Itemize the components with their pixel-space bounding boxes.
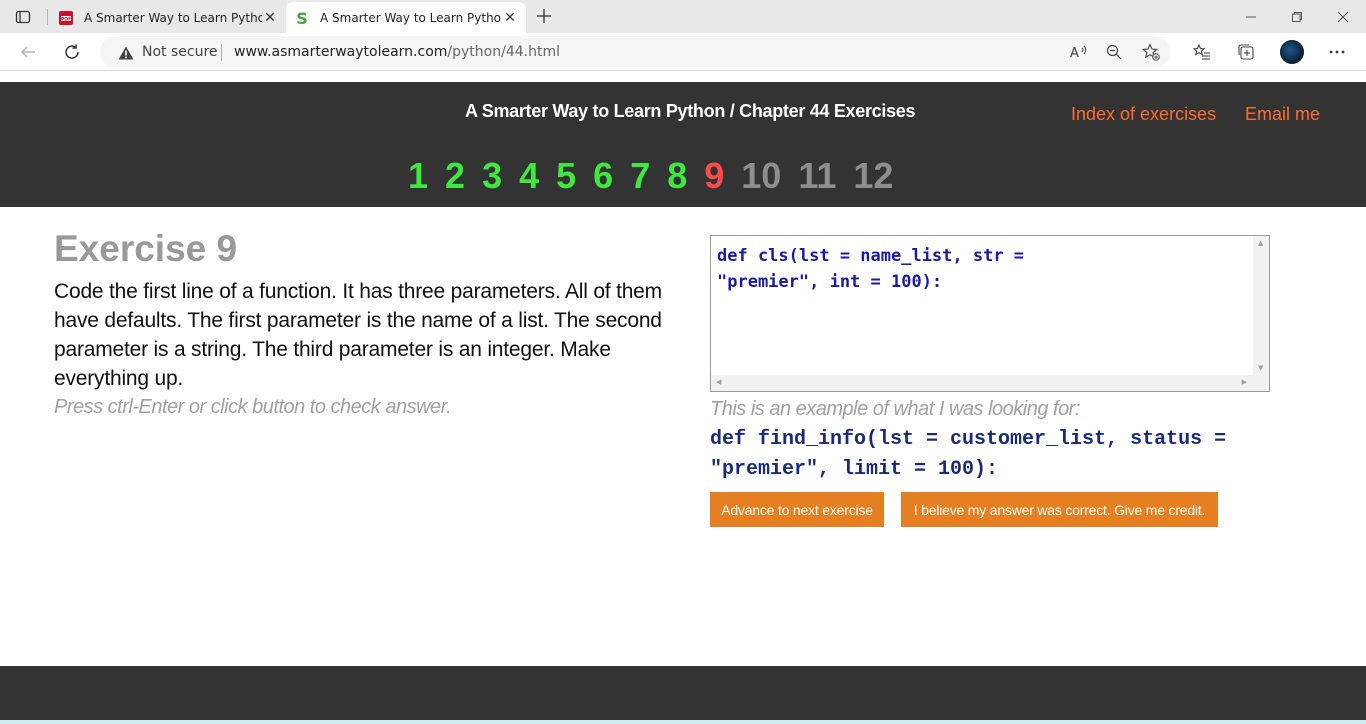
tab-separator: [47, 9, 48, 25]
more-menu-icon[interactable]: [1324, 39, 1350, 65]
site-s-icon: S: [294, 10, 310, 26]
browser-tab-1[interactable]: PDF A Smarter Way to Learn Python - ✕: [50, 2, 286, 33]
read-aloud-icon[interactable]: A: [1068, 42, 1090, 62]
back-arrow-icon[interactable]: [13, 37, 43, 67]
address-bar[interactable]: Not secure www.asmarterwaytolearn.com/py…: [100, 36, 1170, 68]
close-icon[interactable]: ✕: [502, 10, 518, 26]
exercise-link-1[interactable]: 1: [408, 154, 428, 198]
scroll-right-icon[interactable]: ▶: [1242, 378, 1247, 386]
favorites-icon[interactable]: [1189, 39, 1215, 65]
svg-text:A: A: [1070, 46, 1079, 60]
exercise-link-9[interactable]: 9: [704, 154, 724, 198]
exercise-link-8[interactable]: 8: [667, 154, 687, 198]
new-tab-button[interactable]: [532, 5, 556, 27]
add-favorite-icon[interactable]: [1140, 42, 1162, 62]
window-close-icon[interactable]: [1320, 0, 1366, 33]
exercise-number-nav: 1 2 3 4 5 6 7 8 9 10 11 12: [408, 154, 910, 198]
footer-strip: [0, 720, 1366, 724]
url-path: /python/44.html: [447, 44, 560, 60]
exercise-link-11[interactable]: 11: [798, 154, 836, 198]
exercise-hint: Press ctrl-Enter or click button to chec…: [54, 396, 452, 418]
minimize-icon[interactable]: [1228, 0, 1274, 33]
close-icon[interactable]: ✕: [262, 10, 278, 26]
index-of-exercises-link[interactable]: Index of exercises: [1071, 104, 1216, 125]
exercise-link-12[interactable]: 12: [853, 154, 893, 198]
collections-icon[interactable]: [1233, 39, 1259, 65]
exercise-link-2[interactable]: 2: [445, 154, 465, 198]
address-divider: [221, 44, 222, 61]
email-me-link[interactable]: Email me: [1245, 104, 1320, 125]
horizontal-scrollbar[interactable]: ◀ ▶: [711, 375, 1269, 391]
example-label: This is an example of what I was looking…: [710, 398, 1080, 420]
pdf-icon: PDF: [58, 10, 74, 26]
profile-avatar[interactable]: [1280, 40, 1304, 64]
tab-title: A Smarter Way to Learn Python -: [84, 10, 262, 25]
scroll-up-icon[interactable]: ▲: [1258, 239, 1263, 247]
exercise-prompt: Code the first line of a function. It ha…: [54, 280, 662, 390]
url-text[interactable]: www.asmarterwaytolearn.com/python/44.htm…: [234, 44, 560, 60]
exercise-link-7[interactable]: 7: [630, 154, 650, 198]
exercise-link-3[interactable]: 3: [482, 154, 502, 198]
tab-actions-icon[interactable]: [8, 6, 38, 28]
browser-toolbar: Not secure www.asmarterwaytolearn.com/py…: [0, 33, 1366, 71]
answer-input[interactable]: def cls(lst = name_list, str = "premier"…: [710, 235, 1270, 392]
site-footer: [0, 666, 1366, 720]
svg-text:S: S: [296, 10, 308, 26]
scroll-down-icon[interactable]: ▼: [1258, 364, 1263, 372]
vertical-scrollbar[interactable]: ▲ ▼: [1253, 236, 1269, 375]
exercise-link-5[interactable]: 5: [556, 154, 576, 198]
browser-tab-bar: PDF A Smarter Way to Learn Python - ✕ S …: [0, 0, 1366, 33]
answer-text[interactable]: def cls(lst = name_list, str = "premier"…: [717, 243, 1247, 295]
svg-text:PDF: PDF: [61, 16, 71, 22]
exercise-link-4[interactable]: 4: [519, 154, 539, 198]
exercise-link-10[interactable]: 10: [741, 154, 781, 198]
zoom-out-icon[interactable]: [1103, 42, 1125, 62]
warning-icon: [118, 45, 134, 60]
refresh-icon[interactable]: [57, 37, 87, 67]
example-code: def find_info(lst = customer_list, statu…: [710, 428, 1227, 481]
page-title: A Smarter Way to Learn Python / Chapter …: [465, 101, 916, 121]
scroll-left-icon[interactable]: ◀: [716, 378, 721, 386]
exercise-title: Exercise 9: [54, 228, 238, 269]
restore-icon[interactable]: [1274, 0, 1320, 33]
security-label[interactable]: Not secure: [142, 44, 218, 60]
give-credit-button[interactable]: I believe my answer was correct. Give me…: [901, 492, 1218, 527]
url-host: www.asmarterwaytolearn.com: [234, 44, 448, 60]
tab-title: A Smarter Way to Learn Python -: [320, 10, 502, 25]
exercise-link-6[interactable]: 6: [593, 154, 613, 198]
advance-button[interactable]: Advance to next exercise: [710, 492, 884, 527]
browser-tab-2[interactable]: S A Smarter Way to Learn Python - ✕: [286, 2, 526, 33]
